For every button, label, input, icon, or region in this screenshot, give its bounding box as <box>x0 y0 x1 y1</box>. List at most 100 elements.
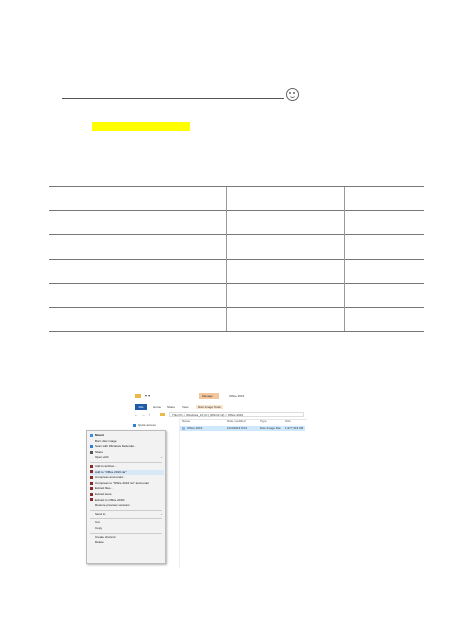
table-cell <box>226 234 345 260</box>
disc-image-icon <box>182 427 185 430</box>
ribbon-tab-disc-image-tools[interactable]: Disc Image Tools <box>196 405 223 409</box>
menu-item-label: Share <box>95 449 104 454</box>
menu-divider <box>90 509 162 511</box>
column-date[interactable]: Date modified <box>227 419 246 423</box>
table-row[interactable]: Office 2016 10/4/2019 8:04 Disc Image Fi… <box>180 426 305 431</box>
path-input[interactable]: This PC > Windows_10 (C:) (Win10 v2) > O… <box>169 412 304 417</box>
menu-item[interactable]: Create shortcut <box>90 535 164 540</box>
table-row <box>49 282 424 308</box>
menu-item-icon <box>90 541 93 544</box>
sidebar-item-label: Quick access <box>138 423 156 427</box>
menu-item-label: Compress to "Office 2016.rar" and email <box>95 480 149 485</box>
title-bar: ▾ ▾ Manage Office 2016 <box>131 392 307 403</box>
menu-divider <box>90 462 162 463</box>
menu-item-label: Extract files... <box>95 486 114 491</box>
menu-item-label: Scan with Windows Defender... <box>95 444 137 449</box>
ribbon-tab-view[interactable]: View <box>182 405 188 409</box>
menu-item-icon <box>90 464 93 468</box>
ribbon-tab-home[interactable]: Home <box>153 405 161 409</box>
menu-item-label: Extract to Office 2016\ <box>95 497 125 502</box>
menu-item-label: Restore previous versions <box>95 503 130 508</box>
menu-item-icon <box>90 444 93 448</box>
column-type[interactable]: Type <box>260 419 267 423</box>
folder-icon <box>135 394 141 398</box>
ribbon-tab-share[interactable]: Share <box>167 405 175 409</box>
context-menu: Mount Burn disc image Scan with Windows De… <box>86 430 166 564</box>
menu-item[interactable]: Mount <box>90 433 164 438</box>
menu-item[interactable]: Extract Here <box>90 492 164 497</box>
menu-item-icon <box>90 498 93 502</box>
menu-item-icon <box>90 535 93 538</box>
table-cell <box>226 210 345 235</box>
menu-item-label: Copy <box>95 526 103 530</box>
table-cell <box>226 306 345 333</box>
table-row <box>49 210 424 235</box>
menu-item[interactable]: Open with › <box>90 455 164 460</box>
menu-item[interactable]: Scan with Windows Defender... <box>90 444 164 449</box>
menu-item[interactable]: Add to archive... <box>90 464 164 469</box>
nav-arrows-icon[interactable]: ← → ↑ <box>134 412 151 417</box>
menu-item-icon <box>90 456 93 459</box>
ribbon-tab-file[interactable]: File <box>135 404 147 410</box>
menu-item[interactable]: Copy <box>90 526 164 531</box>
table-row <box>49 234 424 260</box>
menu-item[interactable]: Restore previous versions <box>90 503 164 508</box>
menu-item[interactable]: Cut <box>90 520 164 525</box>
menu-divider <box>90 532 162 534</box>
window-title: Office 2016 <box>229 394 245 398</box>
menu-item[interactable]: Delete <box>90 540 164 545</box>
menu-item-label: Cut <box>95 520 100 525</box>
menu-item-icon <box>90 450 93 454</box>
menu-item-icon <box>90 487 93 491</box>
fill-in-line <box>62 98 284 99</box>
menu-item[interactable]: Burn disc image <box>90 439 164 444</box>
menu-item[interactable]: Send to › <box>90 512 164 517</box>
column-name[interactable]: Name <box>182 419 190 423</box>
table-cell <box>226 258 345 284</box>
highlighted-text-bar <box>92 122 190 131</box>
column-size[interactable]: Size <box>285 419 291 423</box>
menu-item-label: Add to archive... <box>95 464 117 468</box>
menu-item-label: Extract Here <box>95 492 112 496</box>
table-cell <box>49 234 227 260</box>
menu-item-label: Compress and email... <box>95 475 126 480</box>
file-type: Disc Image File <box>260 426 281 430</box>
menu-item[interactable]: Extract to Office 2016\ <box>90 498 164 503</box>
table-cell <box>344 258 424 284</box>
sidebar-item[interactable]: Quick access <box>133 423 156 428</box>
folder-icon <box>160 413 165 416</box>
menu-item[interactable]: Compress to "Office 2016.rar" and email <box>90 481 164 486</box>
menu-divider <box>90 518 162 520</box>
table-cell <box>344 306 424 333</box>
table-cell <box>49 306 227 333</box>
menu-item-icon <box>90 527 93 530</box>
table-cell <box>49 258 227 284</box>
chevron-right-icon: › <box>161 455 162 460</box>
download-table <box>49 185 424 333</box>
menu-item-icon <box>90 504 93 507</box>
menu-item-icon <box>90 470 93 474</box>
table-cell <box>344 234 424 260</box>
menu-item[interactable]: Extract files... <box>90 486 164 491</box>
menu-item-label: Add to "Office 2016.rar" <box>95 469 127 474</box>
menu-item-icon <box>90 513 93 516</box>
menu-item-icon <box>90 521 93 524</box>
menu-item-label: Mount <box>95 433 104 437</box>
table-cell <box>49 185 227 211</box>
menu-item[interactable]: Compress and email... <box>90 475 164 480</box>
quick-access-arrows-icon: ▾ ▾ <box>145 393 151 398</box>
table-cell <box>49 210 227 235</box>
table-cell <box>344 185 424 211</box>
file-date: 10/4/2019 8:04 <box>227 426 248 430</box>
menu-item-icon <box>90 492 93 496</box>
table-cell <box>344 282 424 308</box>
menu-item-icon <box>90 439 93 442</box>
table-row <box>49 185 424 211</box>
menu-item[interactable]: Add to "Office 2016.rar" <box>90 469 164 475</box>
file-name: Office 2016 <box>187 426 203 430</box>
file-size: 1,977,316 KB <box>285 426 304 430</box>
manage-tab[interactable]: Manage <box>199 393 219 399</box>
table-row <box>49 258 424 284</box>
menu-item-icon <box>90 433 93 437</box>
menu-item[interactable]: Share <box>90 450 164 455</box>
